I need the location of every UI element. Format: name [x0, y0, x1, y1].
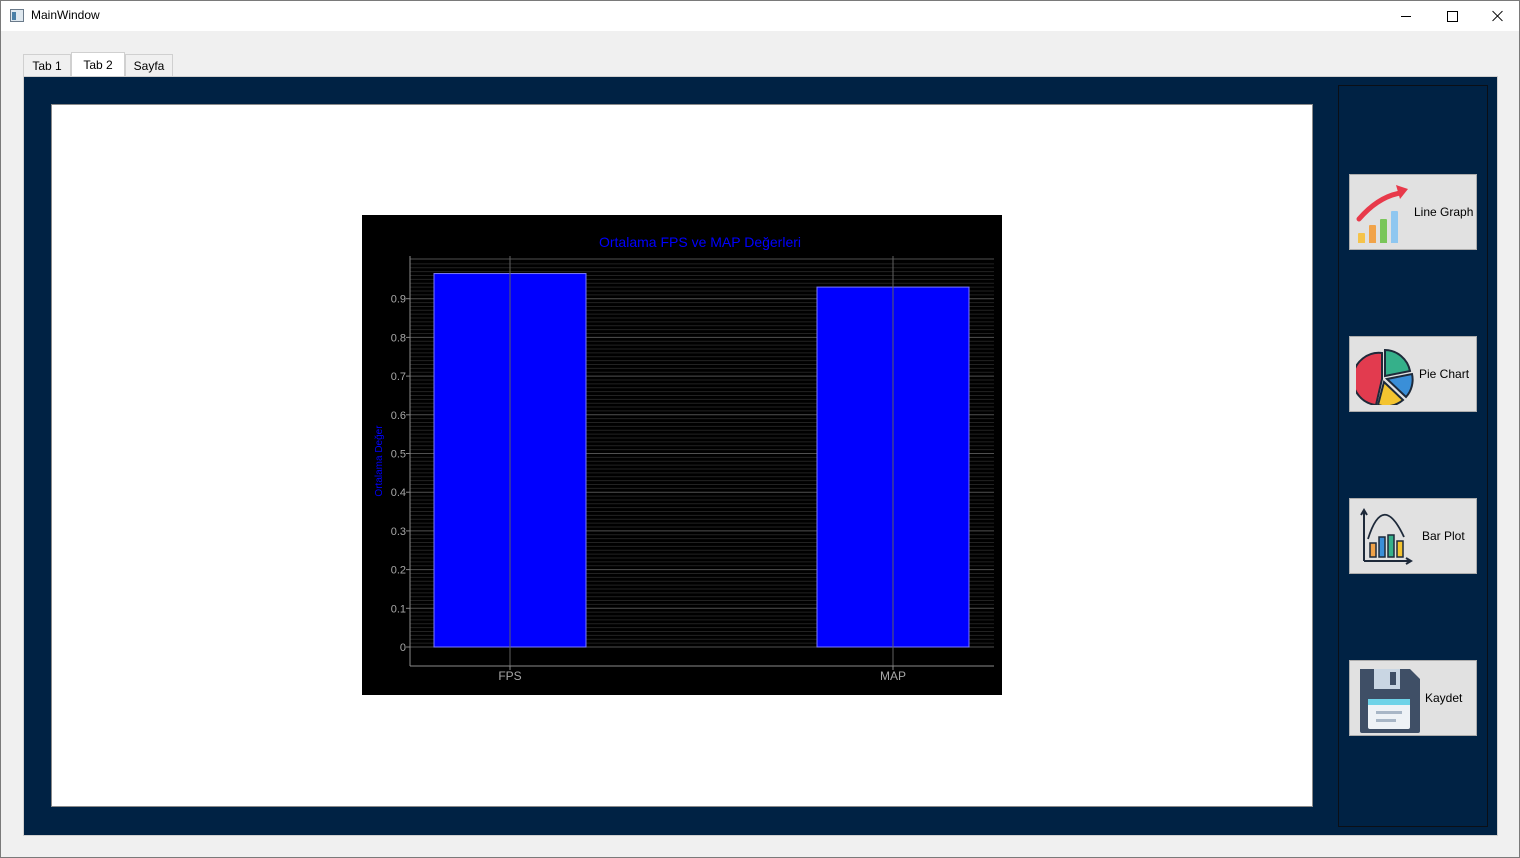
title-bar[interactable]: MainWindow	[1, 1, 1519, 31]
close-button[interactable]	[1475, 1, 1520, 31]
close-icon	[1492, 10, 1504, 22]
tab-sayfa[interactable]: Sayfa	[125, 54, 173, 76]
y-tick-label: 0.5	[391, 449, 406, 461]
y-tick-label: 0.9	[391, 294, 406, 306]
save-button[interactable]: Kaydet	[1349, 660, 1477, 736]
y-tick-label: 0	[400, 642, 406, 654]
x-tick-label: MAP	[880, 669, 906, 683]
y-axis-label: Ortalama Değer	[374, 425, 385, 497]
y-tick-label: 0.8	[391, 332, 406, 344]
x-tick-label: FPS	[498, 669, 521, 683]
y-tick-label: 0.7	[391, 371, 406, 383]
bar-chart: 0 0.1 0.2 0.3 0.4 0.5 0.6 0.7 0.8 0.9 FPS MAP Orta…	[362, 215, 1002, 695]
y-tick-label: 0.3	[391, 526, 406, 538]
tab-1[interactable]: Tab 1	[23, 54, 71, 76]
tab-2[interactable]: Tab 2	[71, 52, 125, 77]
pie-chart-button[interactable]: Pie Chart	[1349, 336, 1477, 412]
y-tick-label: 0.2	[391, 565, 406, 577]
bar-plot-label: Bar Plot	[1422, 529, 1465, 543]
app-icon	[10, 9, 24, 22]
line-graph-icon	[1356, 185, 1408, 243]
y-tick-label: 0.6	[391, 410, 406, 422]
pie-chart-label: Pie Chart	[1419, 367, 1470, 381]
bar-plot-button[interactable]: Bar Plot	[1349, 498, 1477, 574]
save-label: Kaydet	[1425, 691, 1463, 705]
chart-title: Ortalama FPS ve MAP Değerleri	[599, 234, 801, 250]
y-tick-label: 0.4	[391, 487, 406, 499]
plot-area: 0 0.1 0.2 0.3 0.4 0.5 0.6 0.7 0.8 0.9 FPS MAP Orta…	[51, 104, 1313, 807]
maximize-button[interactable]	[1429, 1, 1475, 31]
minimize-button[interactable]	[1383, 1, 1429, 31]
minimize-icon	[1401, 15, 1411, 17]
maximize-icon	[1446, 10, 1458, 22]
save-floppy-icon	[1360, 669, 1420, 733]
line-graph-button[interactable]: Line Graph	[1349, 174, 1477, 250]
main-window: MainWindow Tab 1 Tab 2 Sayfa 0 0.1 0.2 0.3 0…	[0, 0, 1520, 858]
line-graph-label: Line Graph	[1414, 205, 1474, 219]
y-tick-label: 0.1	[391, 603, 406, 615]
pie-chart-icon	[1356, 348, 1414, 405]
bar-plot-icon	[1360, 508, 1413, 565]
window-title: MainWindow	[31, 8, 100, 22]
